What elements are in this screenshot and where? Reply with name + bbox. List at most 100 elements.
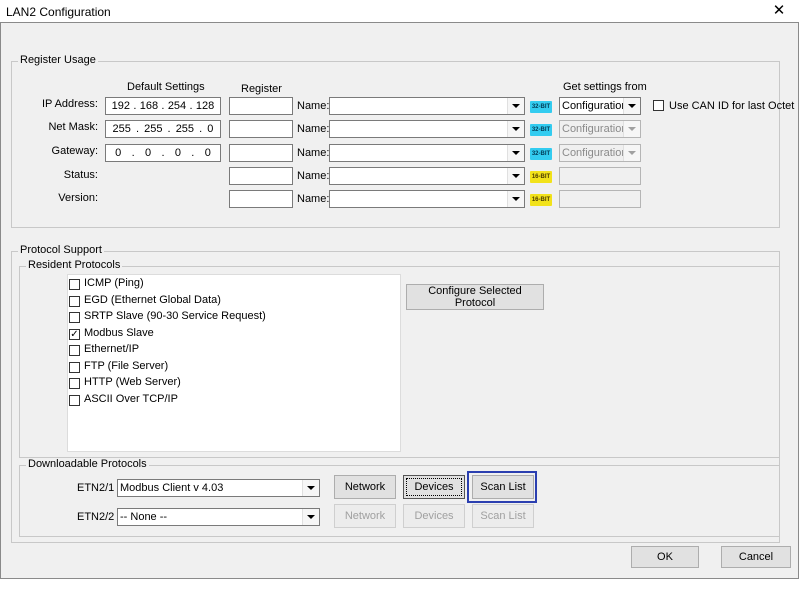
ip-octet: 168 bbox=[139, 100, 159, 112]
ip-get-settings-select[interactable]: Configuration bbox=[559, 97, 641, 115]
chevron-down-icon[interactable] bbox=[507, 98, 524, 114]
protocol-checkbox[interactable]: ✓ bbox=[69, 329, 80, 340]
etn2-1-protocol-select[interactable]: Modbus Client v 4.03 bbox=[117, 479, 320, 497]
status-get-settings-field bbox=[559, 167, 641, 185]
bit-32-badge: 32-BIT bbox=[530, 101, 552, 113]
status-label: Status: bbox=[63, 169, 98, 181]
get-settings-from-header: Get settings from bbox=[563, 81, 647, 93]
protocol-checkbox[interactable] bbox=[69, 395, 80, 406]
ip-register-input[interactable] bbox=[229, 97, 293, 115]
gateway-label: Gateway: bbox=[51, 145, 98, 157]
downloadable-protocols-group: Downloadable Protocols bbox=[19, 458, 780, 537]
bit-32-badge: 32-BIT bbox=[530, 124, 552, 136]
chevron-down-icon[interactable] bbox=[623, 98, 640, 114]
status-register-input[interactable] bbox=[229, 167, 293, 185]
chevron-down-icon[interactable] bbox=[507, 168, 524, 184]
protocol-item-label: FTP (File Server) bbox=[84, 360, 169, 372]
net-mask-field[interactable]: 255. 255. 255. 0 bbox=[105, 120, 221, 138]
chevron-down-icon[interactable] bbox=[623, 145, 640, 161]
etn2-1-scan-list-button[interactable]: Scan List bbox=[472, 475, 534, 499]
name-label: Name: bbox=[297, 123, 330, 135]
protocol-item-label: EGD (Ethernet Global Data) bbox=[84, 294, 221, 306]
select-value: Configuration bbox=[562, 123, 623, 135]
name-label: Name: bbox=[297, 193, 330, 205]
ip-octet: 255 bbox=[112, 123, 131, 135]
register-usage-legend: Register Usage bbox=[18, 54, 98, 66]
name-label: Name: bbox=[297, 170, 330, 182]
protocol-item-label: HTTP (Web Server) bbox=[84, 376, 181, 388]
chevron-down-icon[interactable] bbox=[507, 121, 524, 137]
protocol-item-label: Modbus Slave bbox=[84, 327, 154, 339]
version-label: Version: bbox=[58, 192, 98, 204]
net-mask-register-input[interactable] bbox=[229, 120, 293, 138]
version-name-combobox[interactable] bbox=[329, 190, 525, 208]
protocol-support-legend: Protocol Support bbox=[18, 244, 104, 256]
protocol-checkbox[interactable] bbox=[69, 312, 80, 323]
ip-octet: 255 bbox=[175, 123, 195, 135]
net-mask-get-settings-select[interactable]: Configuration bbox=[559, 120, 641, 138]
ip-octet: 255 bbox=[144, 123, 163, 135]
net-mask-label: Net Mask: bbox=[48, 121, 98, 133]
net-mask-name-combobox[interactable] bbox=[329, 120, 525, 138]
cancel-button[interactable]: Cancel bbox=[721, 546, 791, 568]
chevron-down-icon[interactable] bbox=[507, 145, 524, 161]
etn2-2-scan-list-button[interactable]: Scan List bbox=[472, 504, 534, 528]
etn2-1-network-button[interactable]: Network bbox=[334, 475, 396, 499]
protocol-checkbox[interactable] bbox=[69, 345, 80, 356]
chevron-down-icon[interactable] bbox=[302, 480, 319, 496]
gateway-register-input[interactable] bbox=[229, 144, 293, 162]
ip-octet: 0 bbox=[174, 147, 181, 159]
chevron-down-icon[interactable] bbox=[507, 191, 524, 207]
check-icon: ✓ bbox=[70, 329, 79, 340]
ip-octet: 128 bbox=[195, 100, 215, 112]
name-label: Name: bbox=[297, 100, 330, 112]
protocol-item-label: Ethernet/IP bbox=[84, 343, 140, 355]
window-title: LAN2 Configuration bbox=[6, 5, 111, 19]
etn2-2-label: ETN2/2 bbox=[77, 511, 115, 523]
ip-name-combobox[interactable] bbox=[329, 97, 525, 115]
protocol-checkbox[interactable] bbox=[69, 362, 80, 373]
downloadable-protocols-legend: Downloadable Protocols bbox=[26, 458, 149, 470]
ip-octet: 192 bbox=[111, 100, 131, 112]
bit-16-badge: 16-BIT bbox=[530, 194, 552, 206]
protocol-item-label: ASCII Over TCP/IP bbox=[84, 393, 178, 405]
ip-address-label: IP Address: bbox=[41, 98, 98, 110]
version-register-input[interactable] bbox=[229, 190, 293, 208]
protocol-item-label: SRTP Slave (90-30 Service Request) bbox=[84, 310, 266, 322]
register-header: Register bbox=[241, 83, 282, 95]
gateway-field[interactable]: 0. 0. 0. 0 bbox=[105, 144, 221, 162]
etn2-2-devices-button[interactable]: Devices bbox=[403, 504, 465, 528]
ok-button[interactable]: OK bbox=[631, 546, 699, 568]
protocol-checkbox[interactable] bbox=[69, 378, 80, 389]
gateway-name-combobox[interactable] bbox=[329, 144, 525, 162]
resident-protocols-legend: Resident Protocols bbox=[26, 259, 123, 271]
dialog-body: Register Usage Default Settings Register… bbox=[0, 22, 799, 579]
version-get-settings-field bbox=[559, 190, 641, 208]
gateway-get-settings-select[interactable]: Configuration bbox=[559, 144, 641, 162]
protocol-checkbox[interactable] bbox=[69, 296, 80, 307]
title-bar: LAN2 Configuration ✕ bbox=[0, 0, 797, 22]
protocol-item-label: ICMP (Ping) bbox=[84, 277, 144, 289]
use-can-id-checkbox[interactable] bbox=[653, 100, 664, 111]
chevron-down-icon[interactable] bbox=[302, 509, 319, 525]
etn2-1-label: ETN2/1 bbox=[77, 482, 115, 494]
etn2-1-devices-button[interactable]: Devices bbox=[403, 475, 465, 499]
status-name-combobox[interactable] bbox=[329, 167, 525, 185]
select-value: Configuration bbox=[562, 147, 623, 159]
close-icon[interactable]: ✕ bbox=[761, 0, 797, 22]
select-value: Modbus Client v 4.03 bbox=[120, 482, 224, 494]
ip-octet: 0 bbox=[207, 123, 214, 135]
protocol-checkbox[interactable] bbox=[69, 279, 80, 290]
chevron-down-icon[interactable] bbox=[623, 121, 640, 137]
bit-16-badge: 16-BIT bbox=[530, 171, 552, 183]
etn2-2-network-button[interactable]: Network bbox=[334, 504, 396, 528]
configure-selected-protocol-button[interactable]: Configure Selected Protocol bbox=[406, 284, 544, 310]
select-value: -- None -- bbox=[120, 511, 168, 523]
etn2-2-protocol-select[interactable]: -- None -- bbox=[117, 508, 320, 526]
ip-octet: 254 bbox=[167, 100, 187, 112]
name-label: Name: bbox=[297, 147, 330, 159]
ip-octet: 0 bbox=[145, 147, 152, 159]
ip-octet: 0 bbox=[115, 147, 122, 159]
default-settings-header: Default Settings bbox=[127, 81, 205, 93]
ip-address-field[interactable]: 192. 168. 254. 128 bbox=[105, 97, 221, 115]
